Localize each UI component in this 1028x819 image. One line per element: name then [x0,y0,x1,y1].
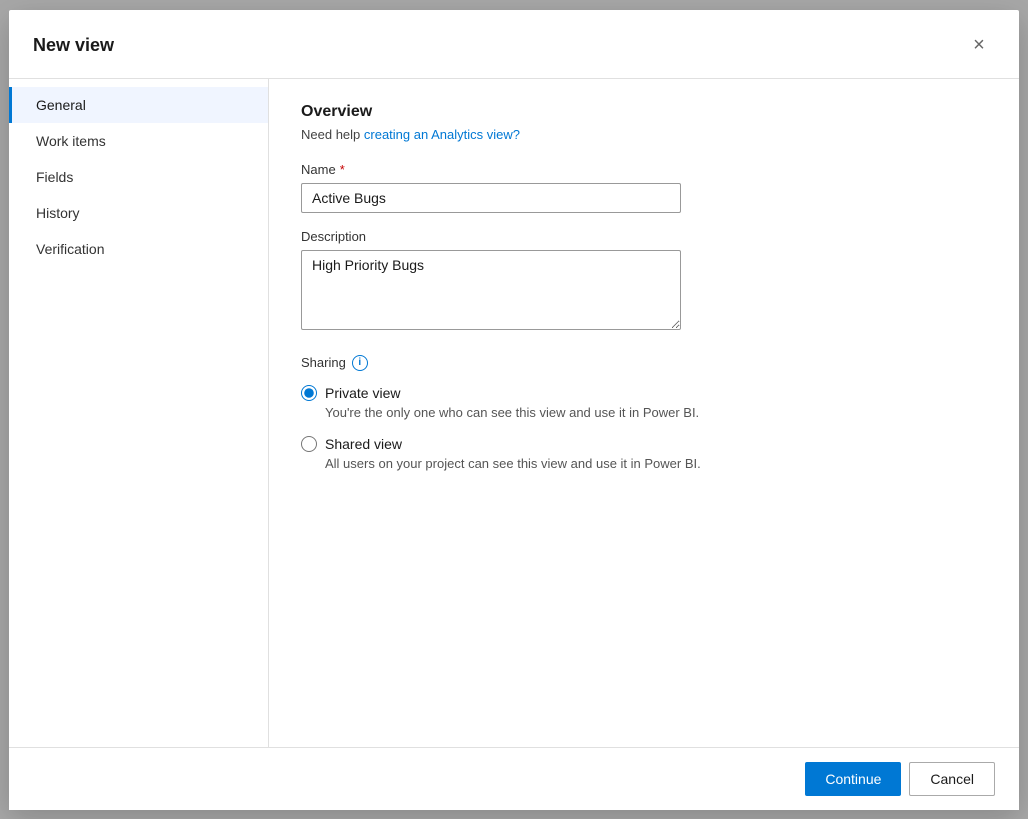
sidebar-item-fields[interactable]: Fields [9,159,268,195]
cancel-button[interactable]: Cancel [909,762,995,796]
dialog-footer: Continue Cancel [9,747,1019,810]
shared-view-option: Shared view All users on your project ca… [301,436,987,479]
shared-view-label[interactable]: Shared view [301,436,987,452]
shared-view-description: All users on your project can see this v… [325,456,987,471]
sidebar: General Work items Fields History Verifi… [9,79,269,747]
sidebar-item-general[interactable]: General [9,87,268,123]
dialog-title: New view [33,35,114,56]
description-label: Description [301,229,987,244]
dialog-body: General Work items Fields History Verifi… [9,79,1019,747]
main-content: Overview Need help creating an Analytics… [269,79,1019,747]
help-link[interactable]: creating an Analytics view? [364,127,520,142]
close-button[interactable]: × [963,30,995,62]
name-label: Name * [301,162,987,177]
description-input[interactable]: High Priority Bugs [301,250,681,330]
private-view-label[interactable]: Private view [301,385,987,401]
private-view-radio[interactable] [301,385,317,401]
shared-view-radio[interactable] [301,436,317,452]
sidebar-item-history[interactable]: History [9,195,268,231]
sharing-radio-group: Private view You're the only one who can… [301,385,987,479]
sidebar-item-work-items[interactable]: Work items [9,123,268,159]
required-indicator: * [340,162,345,177]
sharing-info-icon: i [352,355,368,371]
help-text: Need help creating an Analytics view? [301,127,987,142]
dialog-overlay: New view × General Work items Fields His… [0,0,1028,819]
dialog-header: New view × [9,10,1019,79]
new-view-dialog: New view × General Work items Fields His… [9,10,1019,810]
sidebar-item-verification[interactable]: Verification [9,231,268,267]
private-view-description: You're the only one who can see this vie… [325,405,987,420]
sharing-label: Sharing i [301,355,987,371]
continue-button[interactable]: Continue [805,762,901,796]
name-input[interactable] [301,183,681,213]
section-title: Overview [301,103,987,121]
private-view-option: Private view You're the only one who can… [301,385,987,428]
